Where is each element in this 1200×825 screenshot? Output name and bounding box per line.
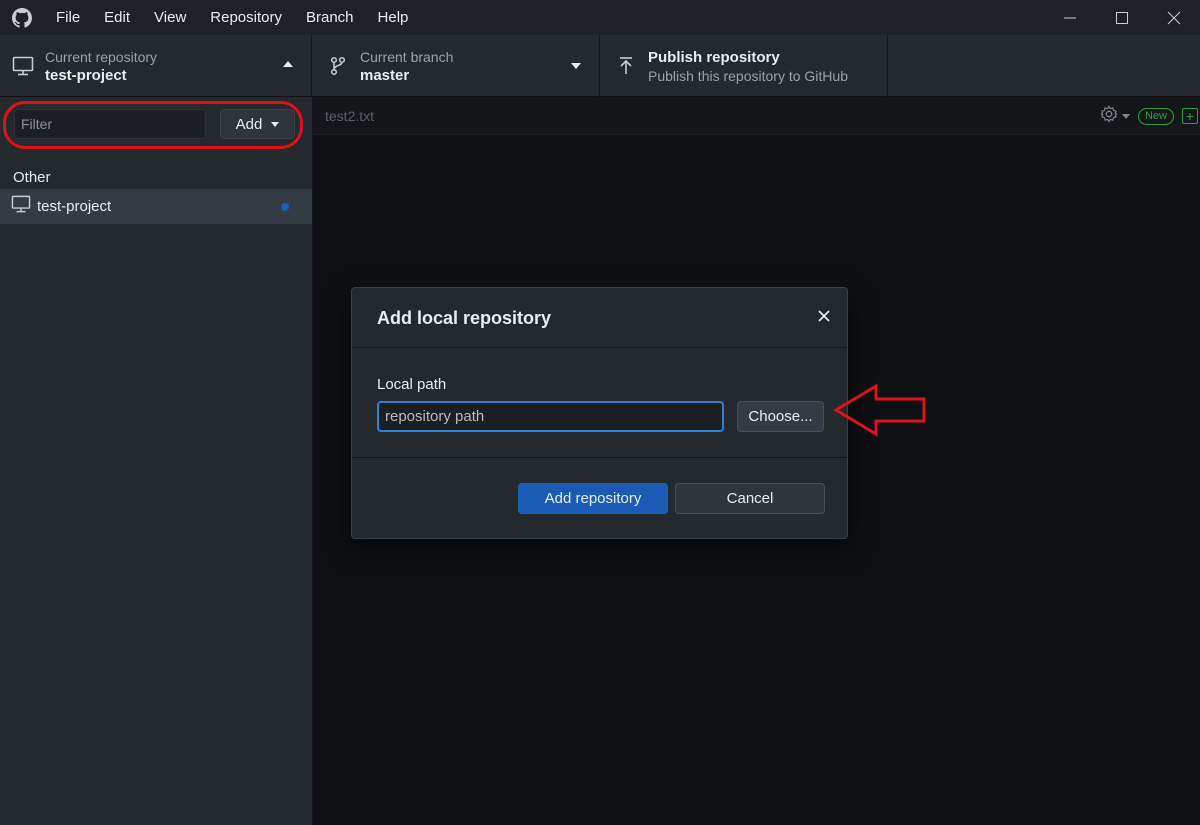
publish-title: Publish repository [648,48,780,66]
local-path-label: Local path [377,376,447,393]
add-button-label: Add [235,115,263,133]
choose-button[interactable]: Choose... [737,401,824,432]
chevron-down-icon [271,121,280,127]
repo-list-item[interactable]: test-project [0,189,312,224]
changes-indicator-dot [281,203,289,211]
cancel-button[interactable]: Cancel [675,483,825,514]
desktop-computer-icon [11,54,35,78]
add-dropdown-button[interactable]: Add [220,109,295,139]
new-file-badge: New [1137,107,1174,125]
upload-arrow-icon [614,54,638,78]
close-icon[interactable] [815,307,833,325]
local-path-input[interactable] [377,401,724,432]
chevron-down-icon [571,63,581,69]
settings-dropdown[interactable] [1100,104,1130,128]
file-name: test2.txt [325,108,375,124]
dialog-body: Local path Choose... [352,348,847,458]
filter-input[interactable] [14,109,206,139]
current-branch-label: Current branch [360,48,454,65]
desktop-computer-icon [11,195,31,218]
dialog-footer: Add repository Cancel [352,458,847,538]
filter-row: Add [0,97,313,153]
current-branch-dropdown[interactable]: Current branch master [312,35,600,97]
repo-group-header: Other [13,169,51,186]
repo-item-label: test-project [37,198,112,215]
minimize-button[interactable] [1044,0,1096,35]
maximize-button[interactable] [1096,0,1148,35]
file-tools: New + [1100,104,1200,128]
chevron-up-icon [283,61,293,67]
toolbar: Current repository test-project Current … [0,35,1200,97]
current-repository-label: Current repository [45,48,158,65]
window-controls [1044,0,1200,35]
menu-view[interactable]: View [142,0,198,35]
plus-square-icon[interactable]: + [1182,108,1198,124]
menu-repository[interactable]: Repository [198,0,294,35]
menu-help[interactable]: Help [366,0,421,35]
close-window-button[interactable] [1148,0,1200,35]
menu-edit[interactable]: Edit [92,0,142,35]
current-branch-name: master [360,66,410,84]
chevron-down-icon [1121,113,1130,119]
add-repository-button[interactable]: Add repository [518,483,668,514]
current-repository-dropdown[interactable]: Current repository test-project [0,35,312,97]
add-local-repository-dialog: Add local repository Local path Choose..… [351,287,848,539]
repository-sidebar: Add Other test-project [0,97,313,825]
dialog-title: Add local repository [377,308,552,328]
dialog-header: Add local repository [352,288,847,348]
current-repository-name: test-project [45,66,127,84]
title-bar: File Edit View Repository Branch Help [0,0,1200,35]
menu-file[interactable]: File [44,0,92,35]
gear-icon [1100,104,1118,128]
file-header: test2.txt New + [313,97,1200,135]
red-arrow-icon [833,383,926,437]
menu-branch[interactable]: Branch [294,0,366,35]
git-branch-icon [326,54,350,78]
github-logo-icon [0,0,44,35]
publish-subtitle: Publish this repository to GitHub [648,67,848,84]
publish-repository-button[interactable]: Publish repository Publish this reposito… [600,35,888,97]
